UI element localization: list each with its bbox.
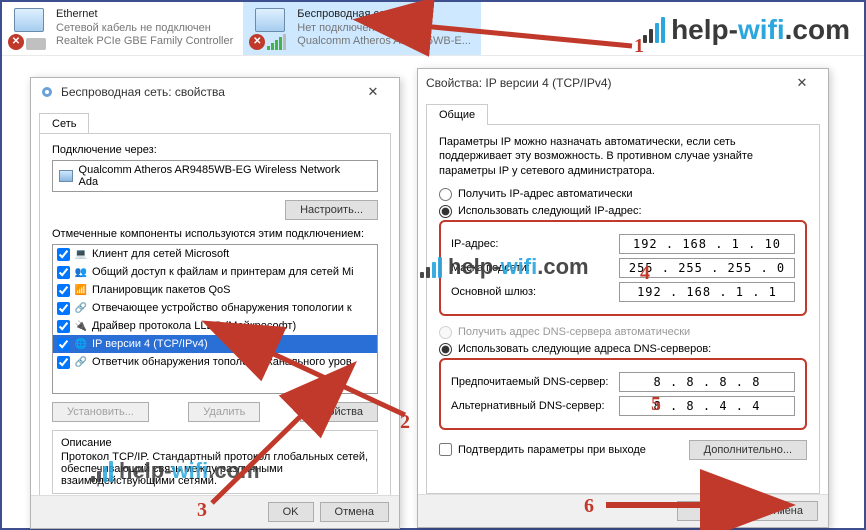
- adapter-driver: Realtek PCIe GBE Family Controller: [56, 35, 233, 49]
- adapter-name-field: Qualcomm Atheros AR9485WB-EG Wireless Ne…: [52, 160, 378, 192]
- component-item[interactable]: 📶Планировщик пакетов QoS: [53, 281, 377, 299]
- adapter-driver: Qualcomm Atheros AR9485WB-E...: [297, 35, 471, 49]
- dns-primary-label: Предпочитаемый DNS-сервер:: [451, 376, 611, 388]
- adapter-wireless[interactable]: ✕ Беспроводная сеть Нет подключения Qual…: [243, 2, 481, 55]
- validate-checkbox[interactable]: [439, 443, 452, 456]
- network-icon: [39, 84, 55, 100]
- cancel-button[interactable]: Отмена: [749, 501, 818, 521]
- checkbox[interactable]: [57, 302, 70, 315]
- intro-text: Параметры IP можно назначать автоматичес…: [439, 135, 807, 178]
- tab-network[interactable]: Сеть: [39, 113, 89, 134]
- ipv4-properties-dialog: Свойства: IP версии 4 (TCP/IPv4) ✕ Общие…: [417, 68, 829, 528]
- checkbox[interactable]: [57, 320, 70, 333]
- checkbox[interactable]: [57, 338, 70, 351]
- ok-button[interactable]: OK: [677, 501, 743, 521]
- checkbox[interactable]: [57, 266, 70, 279]
- component-item[interactable]: 🔗Отвечающее устройство обнаружения топол…: [53, 299, 377, 317]
- ipv4-icon: 🌐: [74, 337, 88, 351]
- dialog-title: Беспроводная сеть: свойства: [61, 85, 225, 99]
- titlebar: Беспроводная сеть: свойства ✕: [31, 78, 399, 106]
- connect-via-label: Подключение через:: [52, 144, 378, 156]
- adapter-ethernet[interactable]: ✕ Ethernet Сетевой кабель не подключен R…: [2, 2, 243, 55]
- svg-text:2: 2: [400, 411, 410, 433]
- qos-icon: 📶: [74, 283, 88, 297]
- radio-auto-dns[interactable]: Получить адрес DNS-сервера автоматически: [439, 326, 807, 339]
- nic-icon: [59, 170, 73, 182]
- gateway-label: Основной шлюз:: [451, 286, 611, 298]
- cancel-button[interactable]: Отмена: [320, 502, 389, 522]
- watermark-logo: help-wifi.com: [420, 254, 589, 280]
- gateway-input[interactable]: 192 . 168 . 1 . 1: [619, 282, 795, 302]
- dialog-title: Свойства: IP версии 4 (TCP/IPv4): [426, 76, 612, 90]
- checkbox[interactable]: [57, 356, 70, 369]
- dns-alt-label: Альтернативный DNS-сервер:: [451, 400, 611, 412]
- adapter-status: Нет подключения: [297, 22, 471, 36]
- radio-input[interactable]: [439, 188, 452, 201]
- checkbox[interactable]: [57, 248, 70, 261]
- adapter-status: Сетевой кабель не подключен: [56, 22, 233, 36]
- remove-button[interactable]: Удалить: [188, 402, 260, 422]
- advanced-button[interactable]: Дополнительно...: [689, 440, 807, 460]
- component-item[interactable]: 🔗Ответчик обнаружения топологии канально…: [53, 353, 377, 371]
- radio-auto-ip[interactable]: Получить IP-адрес автоматически: [439, 188, 807, 201]
- ip-address-input[interactable]: 192 . 168 . 1 . 10: [619, 234, 795, 254]
- watermark-logo: help-wifi.com: [643, 14, 850, 46]
- adapter-wireless-icon: ✕: [249, 8, 291, 50]
- configure-button[interactable]: Настроить...: [285, 200, 378, 220]
- dns-group: Предпочитаемый DNS-сервер: 8 . 8 . 8 . 8…: [439, 358, 807, 430]
- subnet-mask-input[interactable]: 255 . 255 . 255 . 0: [619, 258, 795, 278]
- checkbox[interactable]: [57, 284, 70, 297]
- description-heading: Описание: [61, 437, 369, 449]
- wifi-bars-icon: [91, 461, 113, 482]
- watermark-logo: help-wifi.com: [91, 458, 260, 484]
- dns-primary-input[interactable]: 8 . 8 . 8 . 8: [619, 372, 795, 392]
- adapter-properties-dialog: Беспроводная сеть: свойства ✕ Сеть Подкл…: [30, 77, 400, 529]
- validate-checkbox-row[interactable]: Подтвердить параметры при выходе: [439, 443, 646, 456]
- component-item-ipv4[interactable]: 🌐IP версии 4 (TCP/IPv4): [53, 335, 377, 353]
- share-icon: 👥: [74, 265, 88, 279]
- radio-manual-ip[interactable]: Использовать следующий IP-адрес:: [439, 205, 807, 218]
- close-button[interactable]: ✕: [355, 80, 391, 104]
- component-item[interactable]: 🔌Драйвер протокола LLDP (Майкрософт): [53, 317, 377, 335]
- component-item[interactable]: 💻Клиент для сетей Microsoft: [53, 245, 377, 263]
- install-button[interactable]: Установить...: [52, 402, 149, 422]
- adapter-name: Ethernet: [56, 8, 233, 22]
- radio-input[interactable]: [439, 326, 452, 339]
- tab-general[interactable]: Общие: [426, 104, 488, 125]
- radio-manual-dns[interactable]: Использовать следующие адреса DNS-сервер…: [439, 343, 807, 356]
- responder-icon: 🔗: [74, 355, 88, 369]
- close-button[interactable]: ✕: [784, 71, 820, 95]
- ip-address-label: IP-адрес:: [451, 238, 611, 250]
- ok-button[interactable]: OK: [268, 502, 314, 522]
- adapter-ethernet-icon: ✕: [8, 8, 50, 50]
- radio-input[interactable]: [439, 343, 452, 356]
- radio-input[interactable]: [439, 205, 452, 218]
- components-list[interactable]: 💻Клиент для сетей Microsoft 👥Общий досту…: [52, 244, 378, 394]
- component-item[interactable]: 👥Общий доступ к файлам и принтерам для с…: [53, 263, 377, 281]
- titlebar: Свойства: IP версии 4 (TCP/IPv4) ✕: [418, 69, 828, 97]
- components-label: Отмеченные компоненты используются этим …: [52, 228, 378, 240]
- dns-alt-input[interactable]: 8 . 8 . 4 . 4: [619, 396, 795, 416]
- adapter-name: Беспроводная сеть: [297, 8, 471, 22]
- topology-icon: 🔗: [74, 301, 88, 315]
- wifi-bars-icon: [420, 257, 442, 278]
- wifi-bars-icon: [643, 17, 665, 43]
- client-icon: 💻: [74, 247, 88, 261]
- lldp-icon: 🔌: [74, 319, 88, 333]
- properties-button[interactable]: Свойства: [300, 402, 378, 422]
